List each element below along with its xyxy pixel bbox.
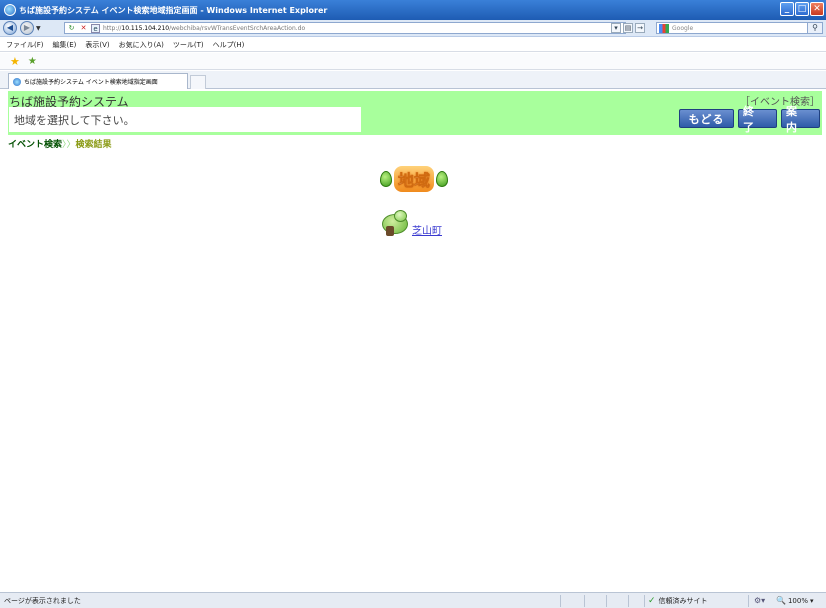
tab-label: ちば施設予約システム イベント検索地域指定画面 bbox=[24, 79, 158, 86]
breadcrumb-current: イベント検索 bbox=[8, 140, 63, 150]
new-tab-button[interactable] bbox=[190, 75, 206, 89]
add-favorite-icon[interactable]: ★ bbox=[28, 56, 37, 67]
url-host: 10.115.104.210 bbox=[121, 24, 170, 32]
page-icon: e bbox=[91, 23, 100, 33]
menu-edit[interactable]: 編集(E) bbox=[53, 40, 77, 50]
breadcrumb-next: 検索結果 bbox=[75, 140, 112, 150]
stop-icon[interactable]: ✕ bbox=[79, 24, 88, 33]
window-controls: _ □ ✕ bbox=[780, 2, 824, 16]
minimize-button[interactable]: _ bbox=[780, 2, 794, 16]
menu-bar: ファイル(F) 編集(E) 表示(V) お気に入り(A) ツール(T) ヘルプ(… bbox=[0, 38, 826, 52]
address-tools: ▾ ▤ → bbox=[611, 23, 645, 33]
menu-tools[interactable]: ツール(T) bbox=[173, 40, 204, 50]
address-dropdown-icon[interactable]: ▾ bbox=[611, 23, 621, 33]
nav-history-dropdown-icon[interactable]: ▼ bbox=[36, 25, 41, 32]
info-button[interactable]: 案内 bbox=[781, 105, 820, 134]
search-placeholder: Google bbox=[672, 24, 694, 32]
header-buttons: もどる 終了 案内 bbox=[679, 105, 820, 134]
town-item[interactable]: 芝山町 bbox=[380, 210, 442, 238]
leaf-icon bbox=[380, 171, 392, 187]
menu-view[interactable]: 表示(V) bbox=[85, 40, 109, 50]
breadcrumb-separator: 〉〉 bbox=[62, 140, 76, 150]
status-divider bbox=[644, 595, 645, 607]
status-bar: ページが表示されました ✓ 信頼済みサイト ⚙▾ 🔍 100% ▾ bbox=[0, 592, 826, 608]
search-input[interactable]: Google bbox=[656, 22, 808, 34]
favorites-bar: ★ ★ bbox=[0, 53, 826, 70]
url-path: /webchiba/rsvWTransEventSrchAreaAction.d… bbox=[169, 24, 306, 32]
close-button[interactable]: ✕ bbox=[810, 2, 824, 16]
region-heading: 地域 bbox=[380, 166, 449, 192]
zone-label: 信頼済みサイト bbox=[658, 597, 708, 605]
tab-ie-icon bbox=[13, 77, 21, 86]
tab-bar: ちば施設予約システム イベント検索地域指定画面 bbox=[0, 71, 826, 89]
zoom-control[interactable]: 🔍 100% ▾ bbox=[776, 596, 814, 605]
address-input[interactable]: ↻ ✕ e http://10.115.104.210/webchiba/rsv… bbox=[64, 22, 626, 34]
menu-help[interactable]: ヘルプ(H) bbox=[213, 40, 245, 50]
security-zone: ✓ 信頼済みサイト bbox=[648, 596, 708, 606]
refresh-icon[interactable]: ↻ bbox=[67, 24, 76, 33]
address-bar-row: ◀ ▶ ▼ ↻ ✕ e http://10.115.104.210/webchi… bbox=[0, 20, 826, 37]
status-divider bbox=[560, 595, 561, 607]
compat-view-icon[interactable]: ▤ bbox=[623, 23, 633, 33]
google-logo-icon bbox=[659, 23, 669, 33]
status-divider bbox=[748, 595, 749, 607]
region-heading-text: 地域 bbox=[394, 166, 435, 192]
favorites-star-icon[interactable]: ★ bbox=[10, 55, 20, 68]
status-divider bbox=[584, 595, 585, 607]
checkmark-icon: ✓ bbox=[648, 596, 656, 606]
browser-tab[interactable]: ちば施設予約システム イベント検索地域指定画面 bbox=[8, 73, 188, 89]
window-title: ちば施設予約システム イベント検索地域指定画面 - Windows Intern… bbox=[19, 5, 328, 15]
back-button[interactable]: もどる bbox=[679, 109, 734, 128]
leaf-icon bbox=[436, 171, 449, 187]
instruction-message: 地域を選択して下さい。 bbox=[9, 107, 361, 132]
zoom-lens-icon: 🔍 bbox=[776, 596, 786, 605]
page-header: ちば施設予約システム ［イベント検索］ 地域を選択して下さい。 もどる 終了 案… bbox=[8, 91, 822, 135]
protected-mode-icon[interactable]: ⚙▾ bbox=[754, 596, 765, 605]
status-text: ページが表示されました bbox=[4, 597, 81, 605]
go-arrow-icon[interactable]: → bbox=[635, 23, 645, 33]
forward-nav-button[interactable]: ▶ bbox=[20, 21, 34, 35]
window-title-bar: ちば施設予約システム イベント検索地域指定画面 - Windows Intern… bbox=[0, 0, 826, 20]
end-button[interactable]: 終了 bbox=[738, 105, 777, 134]
url-prefix: http:// bbox=[103, 24, 122, 32]
status-divider bbox=[628, 595, 629, 607]
zoom-level: 100% bbox=[787, 596, 808, 605]
search-button[interactable]: ⚲ bbox=[807, 22, 823, 34]
maximize-button[interactable]: □ bbox=[795, 2, 809, 16]
town-link[interactable]: 芝山町 bbox=[412, 222, 442, 237]
tree-icon bbox=[380, 210, 410, 238]
menu-favorites[interactable]: お気に入り(A) bbox=[119, 40, 164, 50]
breadcrumb: イベント検索〉〉検索結果 bbox=[8, 137, 112, 150]
back-nav-button[interactable]: ◀ bbox=[3, 21, 17, 35]
menu-file[interactable]: ファイル(F) bbox=[6, 40, 44, 50]
zoom-dropdown-icon[interactable]: ▾ bbox=[810, 597, 814, 605]
ie-app-icon bbox=[4, 4, 16, 16]
status-divider bbox=[606, 595, 607, 607]
